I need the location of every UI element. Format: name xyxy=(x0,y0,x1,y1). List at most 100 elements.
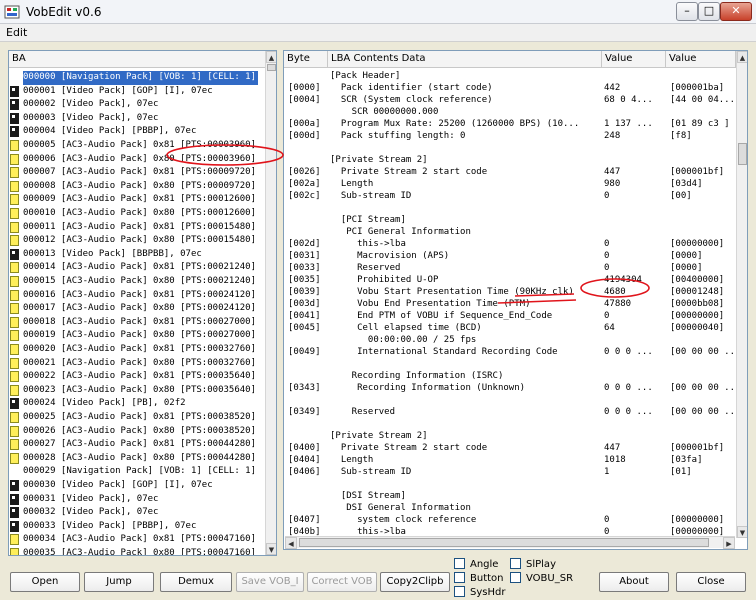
pack-list-item[interactable]: 000024 [Video Pack] [PB], 02f2 xyxy=(9,397,267,411)
table-row[interactable]: [0343] Recording Information (Unknown) 0 … xyxy=(284,382,734,394)
checkbox-box[interactable] xyxy=(454,572,465,583)
table-row[interactable]: [0400] Private Stream 2 start code 447 [00… xyxy=(284,442,734,454)
demux-button[interactable]: Demux xyxy=(160,572,232,592)
table-row[interactable]: DSI General Information xyxy=(284,502,734,514)
pack-list-item[interactable]: 000006 [AC3-Audio Pack] 0x80 [PTS:000039… xyxy=(9,153,267,167)
contents-horizontal-scrollbar[interactable]: ◀ ▶ xyxy=(285,536,735,549)
scroll-down-arrow-icon[interactable]: ▼ xyxy=(737,526,747,538)
table-row[interactable]: PCI General Information xyxy=(284,226,734,238)
scroll-thumb[interactable] xyxy=(267,64,276,71)
pack-list-item[interactable]: 000028 [AC3-Audio Pack] 0x80 [PTS:000442… xyxy=(9,452,267,466)
pack-list-item[interactable]: 000033 [Video Pack] [PBBP], 07ec xyxy=(9,520,267,534)
pack-list-item[interactable]: 000027 [AC3-Audio Pack] 0x81 [PTS:000442… xyxy=(9,438,267,452)
checkbox-box[interactable] xyxy=(510,572,521,583)
vobu-sr-checkbox[interactable]: VOBU_SR xyxy=(510,572,573,585)
pack-list-item[interactable]: 000034 [AC3-Audio Pack] 0x81 [PTS:000471… xyxy=(9,533,267,547)
pack-list-item[interactable]: 000011 [AC3-Audio Pack] 0x81 [PTS:000154… xyxy=(9,221,267,235)
pack-list-item[interactable]: 000014 [AC3-Audio Pack] 0x81 [PTS:000212… xyxy=(9,261,267,275)
pack-list-item[interactable]: 000009 [AC3-Audio Pack] 0x81 [PTS:000126… xyxy=(9,193,267,207)
close-button[interactable]: Close xyxy=(676,572,746,592)
table-row[interactable]: [002a] Length 980 [03d4] xyxy=(284,178,734,190)
table-row[interactable]: [0349] Reserved 0 0 0 ... [00 00 00 ... xyxy=(284,406,734,418)
button-checkbox[interactable]: Button xyxy=(454,572,504,585)
scroll-up-arrow-icon[interactable]: ▲ xyxy=(737,51,747,63)
maximize-button[interactable]: □ xyxy=(698,2,720,21)
table-row[interactable]: [0000] Pack identifier (start code) 442 [0… xyxy=(284,82,734,94)
pack-list-item[interactable]: 000017 [AC3-Audio Pack] 0x80 [PTS:000241… xyxy=(9,302,267,316)
pack-list-scrollbar[interactable]: ▲ ▼ xyxy=(265,51,276,555)
pack-list-item[interactable]: 000010 [AC3-Audio Pack] 0x80 [PTS:000126… xyxy=(9,207,267,221)
table-row[interactable]: [0004] SCR (System clock reference) 68 0 … xyxy=(284,94,734,106)
open-button[interactable]: Open xyxy=(10,572,80,592)
pack-list-item[interactable]: 000013 [Video Pack] [BBPBB], 07ec xyxy=(9,248,267,262)
table-row[interactable] xyxy=(284,478,734,490)
checkbox-box[interactable] xyxy=(454,586,465,597)
jump-button[interactable]: Jump xyxy=(84,572,154,592)
table-row[interactable]: [Private Stream 2] xyxy=(284,430,734,442)
pack-list-item[interactable]: 000025 [AC3-Audio Pack] 0x81 [PTS:000385… xyxy=(9,411,267,425)
column-header-value[interactable]: Value xyxy=(602,51,666,68)
table-row[interactable]: Recording Information (ISRC) xyxy=(284,370,734,382)
table-row[interactable]: [Pack Header] xyxy=(284,70,734,82)
table-row[interactable]: [002d] this->lba 0 [00000000] xyxy=(284,238,734,250)
pack-list-item[interactable]: 000008 [AC3-Audio Pack] 0x80 [PTS:000097… xyxy=(9,180,267,194)
table-row[interactable]: [0039] Vobu Start Presentation Time (90K… xyxy=(284,286,734,298)
contents-vertical-scrollbar[interactable]: ▲ ▼ xyxy=(736,51,747,538)
menu-edit[interactable]: Edit xyxy=(6,26,27,39)
scroll-left-arrow-icon[interactable]: ◀ xyxy=(285,537,297,549)
pack-list-item[interactable]: 000029 [Navigation Pack] [VOB: 1] [CELL:… xyxy=(9,465,267,479)
table-row[interactable] xyxy=(284,418,734,430)
table-row[interactable]: [0406] Sub-stream ID 1 [01] xyxy=(284,466,734,478)
table-row[interactable]: [0033] Reserved 0 [0000] xyxy=(284,262,734,274)
table-row[interactable]: [000d] Pack stuffing length: 0 248 [f8] xyxy=(284,130,734,142)
correct-vob-button[interactable]: Correct VOB xyxy=(307,572,377,592)
column-header-lba-contents[interactable]: LBA Contents Data xyxy=(328,51,602,68)
pack-list-item[interactable]: 000021 [AC3-Audio Pack] 0x80 [PTS:000327… xyxy=(9,357,267,371)
pack-list-item[interactable]: 000018 [AC3-Audio Pack] 0x81 [PTS:000270… xyxy=(9,316,267,330)
checkbox-box[interactable] xyxy=(510,558,521,569)
table-row[interactable]: [0031] Macrovision (APS) 0 [0000] xyxy=(284,250,734,262)
pack-list-item[interactable]: 000020 [AC3-Audio Pack] 0x81 [PTS:000327… xyxy=(9,343,267,357)
pack-list-item[interactable]: 000000 [Navigation Pack] [VOB: 1] [CELL:… xyxy=(9,71,267,85)
pack-list-header[interactable]: BA xyxy=(9,51,267,68)
pack-list-item[interactable]: 000002 [Video Pack], 07ec xyxy=(9,98,267,112)
scroll-right-arrow-icon[interactable]: ▶ xyxy=(723,537,735,549)
table-row[interactable] xyxy=(284,394,734,406)
table-row[interactable]: SCR 00000000.000 xyxy=(284,106,734,118)
lba-contents-pane[interactable]: Byte LBA Contents Data Value Value [Pack… xyxy=(283,50,748,550)
copy-to-clipboard-button[interactable]: Copy2Clipb xyxy=(380,572,450,592)
scroll-up-arrow-icon[interactable]: ▲ xyxy=(266,51,276,63)
scroll-down-arrow-icon[interactable]: ▼ xyxy=(266,543,276,555)
pack-list-item[interactable]: 000005 [AC3-Audio Pack] 0x81 [PTS:000039… xyxy=(9,139,267,153)
s1play-checkbox[interactable]: SlPlay xyxy=(510,558,556,571)
checkbox-box[interactable] xyxy=(454,558,465,569)
table-row[interactable] xyxy=(284,142,734,154)
table-row[interactable]: [0026] Private Stream 2 start code 447 [00… xyxy=(284,166,734,178)
scroll-thumb[interactable] xyxy=(299,538,709,547)
pack-list-item[interactable]: 000019 [AC3-Audio Pack] 0x80 [PTS:000270… xyxy=(9,329,267,343)
pack-list-pane[interactable]: BA 000000 [Navigation Pack] [VOB: 1] [CE… xyxy=(8,50,277,556)
pack-list-item[interactable]: 000023 [AC3-Audio Pack] 0x80 [PTS:000356… xyxy=(9,384,267,398)
pack-list-item[interactable]: 000026 [AC3-Audio Pack] 0x80 [PTS:000385… xyxy=(9,425,267,439)
pack-list-item[interactable]: 000015 [AC3-Audio Pack] 0x80 [PTS:000212… xyxy=(9,275,267,289)
table-row[interactable]: [002c] Sub-stream ID 0 [00] xyxy=(284,190,734,202)
save-vob-button[interactable]: Save VOB_I xyxy=(236,572,304,592)
minimize-button[interactable]: – xyxy=(676,2,698,21)
table-row[interactable]: [0407] system clock reference 0 [00000000] xyxy=(284,514,734,526)
table-row[interactable]: [Private Stream 2] xyxy=(284,154,734,166)
table-row[interactable]: [0041] End PTM of VOBU if Sequence_End_C… xyxy=(284,310,734,322)
table-row[interactable]: [003d] Vobu End Presentation Time (PTM) 4… xyxy=(284,298,734,310)
pack-list-item[interactable]: 000007 [AC3-Audio Pack] 0x81 [PTS:000097… xyxy=(9,166,267,180)
pack-list-item[interactable]: 000012 [AC3-Audio Pack] 0x80 [PTS:000154… xyxy=(9,234,267,248)
pack-list-item[interactable]: 000031 [Video Pack], 07ec xyxy=(9,493,267,507)
table-row[interactable]: 00:00:00.00 / 25 fps xyxy=(284,334,734,346)
pack-list-item[interactable]: 000022 [AC3-Audio Pack] 0x81 [PTS:000356… xyxy=(9,370,267,384)
pack-list-item[interactable]: 000032 [Video Pack], 07ec xyxy=(9,506,267,520)
scroll-thumb[interactable] xyxy=(738,143,747,165)
table-row[interactable]: [0404] Length 1018 [03fa] xyxy=(284,454,734,466)
table-row[interactable]: [0045] Cell elapsed time (BCD) 64 [0000004… xyxy=(284,322,734,334)
pack-list-item[interactable]: 000035 [AC3-Audio Pack] 0x80 [PTS:000471… xyxy=(9,547,267,555)
column-header-byte[interactable]: Byte xyxy=(284,51,328,68)
table-row[interactable] xyxy=(284,202,734,214)
about-button[interactable]: About xyxy=(599,572,669,592)
